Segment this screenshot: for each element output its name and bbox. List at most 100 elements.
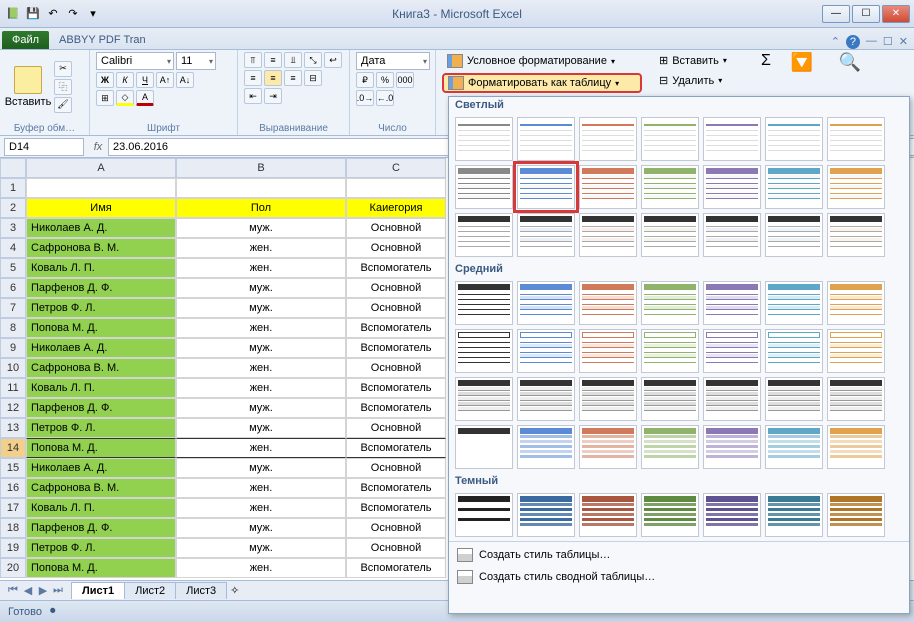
- table-style-thumb[interactable]: [579, 213, 637, 257]
- row-header[interactable]: 18: [0, 518, 26, 538]
- align-middle-icon[interactable]: ≡: [264, 52, 282, 68]
- table-style-thumb[interactable]: [827, 117, 885, 161]
- cell[interactable]: муж.: [176, 278, 346, 298]
- orientation-icon[interactable]: ⤡: [304, 52, 322, 68]
- table-style-thumb[interactable]: [827, 165, 885, 209]
- row-header[interactable]: 16: [0, 478, 26, 498]
- close-button[interactable]: ✕: [882, 5, 910, 23]
- row-header[interactable]: 12: [0, 398, 26, 418]
- table-style-thumb[interactable]: [765, 165, 823, 209]
- cell[interactable]: Петров Ф. Л.: [26, 538, 176, 558]
- cell[interactable]: муж.: [176, 338, 346, 358]
- table-style-thumb[interactable]: [455, 165, 513, 209]
- new-sheet-icon[interactable]: ✧: [230, 584, 239, 597]
- row-header[interactable]: 15: [0, 458, 26, 478]
- cell[interactable]: Основной: [346, 418, 446, 438]
- help-icon[interactable]: ?: [846, 35, 860, 49]
- table-style-thumb[interactable]: [579, 329, 637, 373]
- increase-decimal-icon[interactable]: .0→: [356, 90, 374, 106]
- cell[interactable]: Попова М. Д.: [26, 318, 176, 338]
- table-style-thumb[interactable]: [827, 281, 885, 325]
- cell[interactable]: муж.: [176, 398, 346, 418]
- merge-icon[interactable]: ⊟: [304, 70, 322, 86]
- table-style-thumb[interactable]: [641, 117, 699, 161]
- cell[interactable]: Каиегория: [346, 198, 446, 218]
- cell[interactable]: Коваль Л. П.: [26, 498, 176, 518]
- row-header[interactable]: 19: [0, 538, 26, 558]
- cell[interactable]: жен.: [176, 438, 346, 458]
- cell[interactable]: Николаев А. Д.: [26, 458, 176, 478]
- font-size-combo[interactable]: 11: [176, 52, 216, 70]
- table-style-thumb[interactable]: [827, 213, 885, 257]
- maximize-button[interactable]: ☐: [852, 5, 880, 23]
- sheet-nav-last-icon[interactable]: ⏭: [51, 584, 65, 597]
- redo-icon[interactable]: ↷: [64, 5, 82, 23]
- cell[interactable]: Вспомогатель: [346, 258, 446, 278]
- bold-button[interactable]: Ж: [96, 72, 114, 88]
- cell[interactable]: жен.: [176, 378, 346, 398]
- table-style-thumb[interactable]: [517, 493, 575, 537]
- cell[interactable]: Вспомогатель: [346, 438, 446, 458]
- row-header[interactable]: 14: [0, 438, 26, 458]
- column-header[interactable]: B: [176, 158, 346, 178]
- table-style-thumb[interactable]: [517, 377, 575, 421]
- cell[interactable]: Николаев А. Д.: [26, 218, 176, 238]
- table-style-thumb[interactable]: [703, 281, 761, 325]
- cell[interactable]: Коваль Л. П.: [26, 378, 176, 398]
- undo-icon[interactable]: ↶: [44, 5, 62, 23]
- table-style-thumb[interactable]: [455, 493, 513, 537]
- row-header[interactable]: 5: [0, 258, 26, 278]
- cell[interactable]: Основной: [346, 238, 446, 258]
- decrease-indent-icon[interactable]: ⇤: [244, 88, 262, 104]
- cell[interactable]: Основной: [346, 278, 446, 298]
- fx-icon[interactable]: fx: [88, 141, 108, 153]
- table-style-thumb[interactable]: [517, 213, 575, 257]
- table-style-thumb[interactable]: [455, 117, 513, 161]
- find-select-button[interactable]: 🔍: [828, 52, 872, 73]
- cell[interactable]: Николаев А. Д.: [26, 338, 176, 358]
- cell[interactable]: Попова М. Д.: [26, 438, 176, 458]
- fill-color-icon[interactable]: ◇: [116, 90, 134, 106]
- cut-icon[interactable]: ✂: [54, 61, 72, 77]
- table-style-thumb[interactable]: [517, 117, 575, 161]
- percent-icon[interactable]: %: [376, 72, 394, 88]
- table-style-thumb[interactable]: [827, 329, 885, 373]
- table-style-thumb[interactable]: [455, 213, 513, 257]
- row-header[interactable]: 1: [0, 178, 26, 198]
- cell[interactable]: Основной: [346, 518, 446, 538]
- cell[interactable]: муж.: [176, 298, 346, 318]
- ribbon-minimize-icon[interactable]: ⌃: [831, 35, 840, 49]
- decrease-decimal-icon[interactable]: ←.0: [376, 90, 394, 106]
- italic-button[interactable]: К: [116, 72, 134, 88]
- doc-restore-icon[interactable]: ☐: [883, 35, 893, 49]
- minimize-button[interactable]: —: [822, 5, 850, 23]
- delete-cells-button[interactable]: ⊟ Удалить: [654, 72, 732, 89]
- table-style-thumb[interactable]: [579, 165, 637, 209]
- row-header[interactable]: 17: [0, 498, 26, 518]
- row-header[interactable]: 8: [0, 318, 26, 338]
- currency-icon[interactable]: ₽: [356, 72, 374, 88]
- font-name-combo[interactable]: Calibri: [96, 52, 174, 70]
- cell[interactable]: [176, 178, 346, 198]
- font-color-icon[interactable]: A: [136, 90, 154, 106]
- cell[interactable]: Основной: [346, 538, 446, 558]
- save-icon[interactable]: 💾: [24, 5, 42, 23]
- wrap-text-icon[interactable]: ↩: [324, 52, 342, 68]
- table-style-thumb[interactable]: [703, 329, 761, 373]
- cell[interactable]: [26, 178, 176, 198]
- align-top-icon[interactable]: ⫪: [244, 52, 262, 68]
- cell[interactable]: Основной: [346, 298, 446, 318]
- table-style-thumb[interactable]: [703, 493, 761, 537]
- table-style-thumb[interactable]: [517, 425, 575, 469]
- sheet-tab[interactable]: Лист1: [71, 582, 125, 599]
- table-style-thumb[interactable]: [765, 377, 823, 421]
- row-header[interactable]: 11: [0, 378, 26, 398]
- align-bottom-icon[interactable]: ⫫: [284, 52, 302, 68]
- ribbon-tab[interactable]: ABBYY PDF Tran: [51, 31, 154, 49]
- sort-filter-button[interactable]: 🔽: [780, 52, 824, 73]
- table-style-thumb[interactable]: [765, 425, 823, 469]
- row-header[interactable]: 10: [0, 358, 26, 378]
- cell[interactable]: Вспомогатель: [346, 378, 446, 398]
- table-style-thumb[interactable]: [703, 213, 761, 257]
- table-style-thumb[interactable]: [641, 281, 699, 325]
